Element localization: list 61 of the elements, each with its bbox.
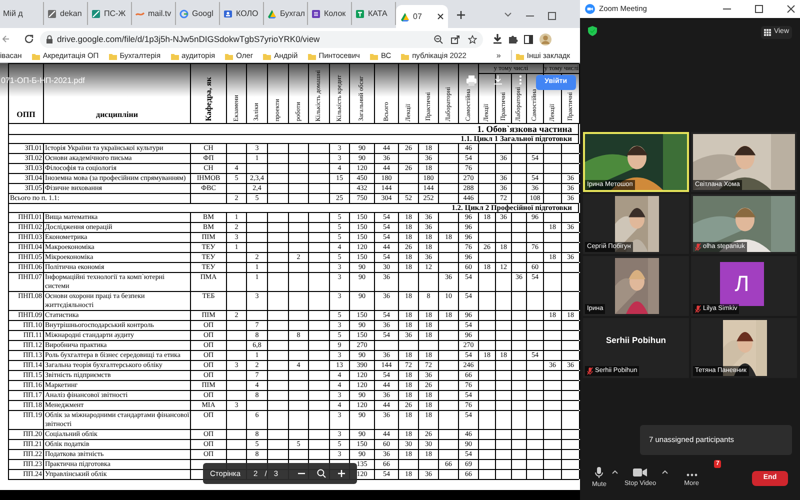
browser-tab[interactable]: dekan (44, 2, 88, 25)
section-heading: 1. Обов`язкова частина (477, 124, 572, 134)
folder-icon (225, 52, 234, 60)
folder-icon (516, 52, 524, 60)
chevron-icon[interactable] (504, 12, 512, 18)
slash-square-icon (47, 8, 57, 18)
folder-icon (32, 52, 40, 60)
lock-icon (46, 34, 53, 44)
browser-tab[interactable]: ПС-Ж (88, 2, 132, 25)
slash-square-icon (91, 8, 101, 18)
reload-icon[interactable] (24, 34, 34, 44)
avatar-icon[interactable] (539, 32, 552, 46)
close-icon[interactable] (787, 5, 795, 13)
folder-icon (263, 52, 272, 60)
ellipsis-icon (686, 472, 698, 477)
folder-icon (370, 52, 378, 60)
ring-icon (179, 8, 189, 18)
sidebar-icon[interactable] (524, 34, 533, 44)
back-icon[interactable] (2, 35, 10, 43)
download-icon[interactable] (493, 34, 502, 44)
zoom-in-icon[interactable] (336, 469, 346, 478)
zoom-icon[interactable] (434, 34, 443, 44)
microphone-icon (595, 467, 604, 478)
triangle-icon (400, 12, 410, 22)
caret-icon[interactable] (662, 470, 668, 474)
display-name: Serhii Pobihun (606, 334, 666, 347)
maximize-icon[interactable] (755, 5, 763, 13)
video-camera-icon (633, 468, 648, 478)
caret-icon[interactable] (612, 470, 618, 474)
print-icon[interactable] (466, 75, 477, 86)
share-icon[interactable] (451, 34, 460, 44)
folder-icon (401, 52, 410, 60)
browser-tab[interactable]: Бухгал (264, 2, 308, 25)
plus-icon[interactable] (456, 10, 466, 20)
browser-tab[interactable]: Googl (176, 2, 220, 25)
list-icon (311, 8, 321, 18)
browser-tab[interactable]: Колок (308, 2, 352, 25)
triangle-icon (267, 8, 277, 18)
column-header: Кафедра, як (202, 76, 214, 121)
avatar: Л (720, 262, 764, 306)
folder-icon (170, 52, 178, 60)
address-field[interactable]: drive.google.com/file/d/1p3j5h-NJw5nDIGSdokwTgbS7yrioYRK0/view (40, 30, 483, 48)
browser-tab[interactable]: 07 (396, 5, 448, 28)
close-icon (437, 13, 444, 20)
camera-logo-icon (585, 4, 595, 14)
folder-icon (308, 52, 316, 60)
browser-tab[interactable]: Мій д (0, 2, 44, 25)
puzzle-icon[interactable] (508, 34, 518, 44)
folder-icon (108, 52, 117, 60)
maximize-icon[interactable] (548, 12, 556, 20)
download-icon[interactable] (492, 75, 503, 85)
column-header: ОПП (16, 109, 36, 121)
browser-tab[interactable]: mail.tv (132, 2, 176, 25)
grid-icon (764, 29, 771, 36)
more-icon[interactable] (518, 75, 522, 85)
star-icon[interactable] (468, 34, 477, 44)
overflow-button[interactable]: » (496, 50, 501, 62)
browser-tab[interactable]: КОЛО (220, 2, 264, 25)
column-header: дисципліни (96, 109, 138, 121)
id-card-icon (223, 8, 233, 18)
shield-icon (588, 26, 597, 36)
